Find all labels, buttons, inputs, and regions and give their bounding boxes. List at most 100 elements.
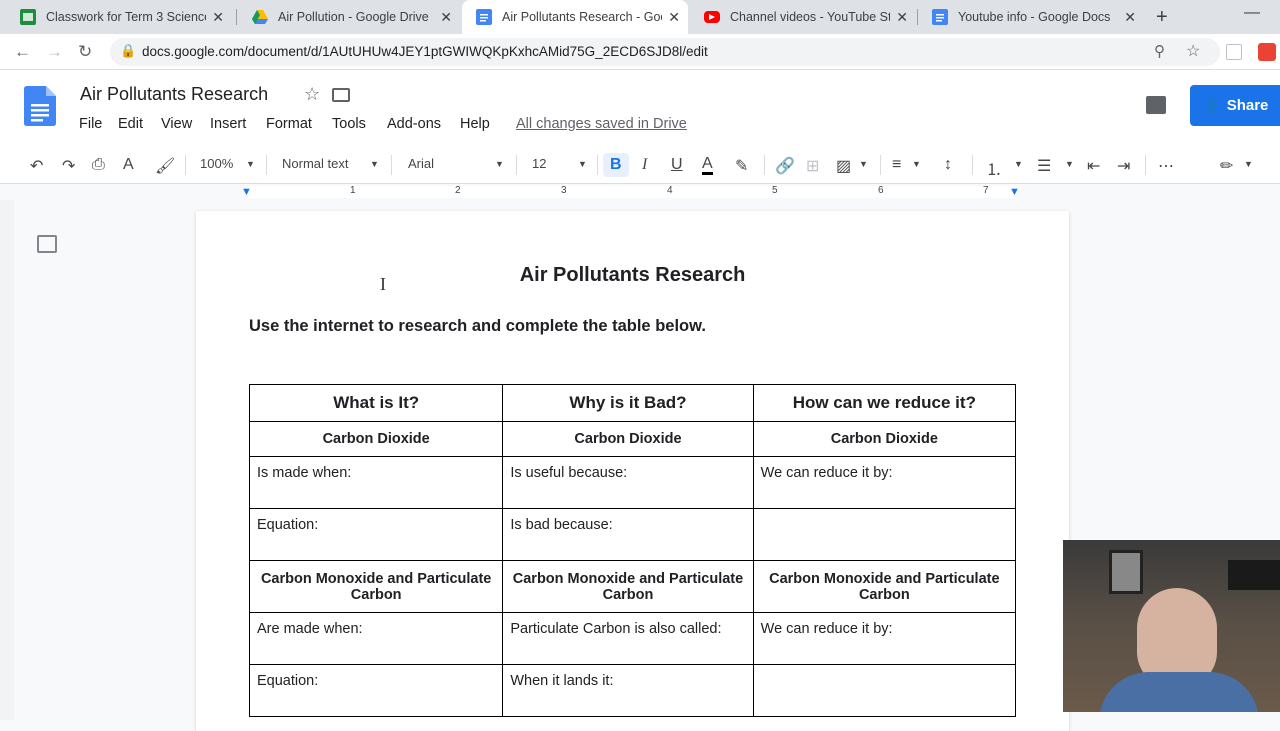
highlight-icon[interactable]: ✎ (735, 156, 748, 176)
address-bar[interactable]: 🔒 docs.google.com/document/d/1AUtUHUw4JE… (110, 38, 1220, 66)
chevron-down-icon[interactable]: ▼ (1244, 159, 1253, 169)
menu-file[interactable]: File (79, 116, 102, 132)
table-cell[interactable]: Is useful because: (502, 456, 754, 509)
menu-addons[interactable]: Add-ons (387, 116, 441, 132)
document-outline-icon[interactable] (37, 235, 57, 253)
spellcheck-icon[interactable]: A (123, 156, 134, 174)
table-section-cell[interactable]: Carbon Monoxide and Particulate Carbon (502, 560, 754, 613)
close-icon[interactable]: ✕ (1124, 9, 1136, 26)
table-cell[interactable]: Are made when: (248, 612, 504, 665)
underline-icon[interactable]: U (671, 156, 683, 174)
browser-tab[interactable]: Channel videos - YouTube Stuc ✕ (690, 0, 916, 34)
editing-mode-icon[interactable]: ✏ (1220, 156, 1233, 176)
extension-icon[interactable] (1258, 43, 1276, 61)
browser-tab[interactable]: Youtube info - Google Docs ✕ (918, 0, 1144, 34)
bold-icon[interactable]: B (610, 156, 622, 174)
increase-indent-icon[interactable]: ⇥ (1117, 156, 1130, 176)
chevron-down-icon[interactable]: ▼ (246, 159, 255, 169)
table-cell[interactable]: When it lands it: (502, 664, 754, 717)
minimize-button[interactable]: — (1244, 4, 1260, 22)
print-icon[interactable]: ⎙ (92, 156, 105, 174)
more-icon[interactable]: ⋯ (1158, 156, 1174, 176)
table-section-cell[interactable]: Carbon Monoxide and Particulate Carbon (248, 560, 504, 613)
forward-arrow-icon[interactable]: → (46, 42, 63, 62)
menu-help[interactable]: Help (460, 116, 490, 132)
table-cell[interactable] (752, 664, 1017, 717)
menu-tools[interactable]: Tools (332, 116, 366, 132)
people-icon: 👤 (1202, 97, 1221, 115)
style-select[interactable]: Normal text (282, 156, 348, 171)
table-header-cell[interactable]: What is It? (248, 384, 504, 422)
chevron-down-icon[interactable]: ▼ (1014, 159, 1023, 169)
horizontal-ruler[interactable]: ▼ ▼ 1 2 3 4 5 6 7 (0, 184, 1280, 200)
chevron-down-icon[interactable]: ▼ (495, 159, 504, 169)
vertical-ruler[interactable] (0, 200, 14, 720)
extension-icon[interactable] (1226, 44, 1242, 60)
docs-logo-icon[interactable] (24, 86, 56, 126)
close-icon[interactable]: ✕ (668, 9, 680, 26)
table-header-cell[interactable]: Why is it Bad? (502, 384, 754, 422)
chevron-down-icon[interactable]: ▼ (912, 159, 921, 169)
chevron-down-icon[interactable]: ▼ (859, 159, 868, 169)
move-folder-icon[interactable] (332, 88, 350, 102)
document-page[interactable]: Air Pollutants Research Use the internet… (196, 211, 1069, 731)
table-cell[interactable]: We can reduce it by: (752, 456, 1017, 509)
save-status-link[interactable]: All changes saved in Drive (516, 116, 687, 132)
tab-divider (236, 9, 237, 25)
share-button[interactable]: 👤 Share (1190, 85, 1280, 126)
browser-navbar: ← → ↻ 🔒 docs.google.com/document/d/1AUtU… (0, 34, 1280, 70)
table-cell[interactable]: Is made when: (248, 456, 504, 509)
table-cell[interactable]: Is bad because: (502, 508, 754, 561)
star-icon[interactable]: ☆ (304, 84, 320, 105)
menu-view[interactable]: View (161, 116, 192, 132)
close-icon[interactable]: ✕ (440, 9, 452, 26)
numbered-list-icon[interactable]: ⒈ (986, 156, 1002, 180)
table-cell[interactable]: We can reduce it by: (752, 612, 1017, 665)
table-section-cell[interactable]: Carbon Dioxide (248, 421, 504, 457)
menu-format[interactable]: Format (266, 116, 312, 132)
align-icon[interactable]: ≡ (892, 156, 901, 174)
italic-icon[interactable]: I (642, 156, 647, 174)
insert-image-icon[interactable]: ▨ (836, 156, 851, 176)
link-icon[interactable]: 🔗 (775, 156, 795, 176)
text-color-icon[interactable]: A (702, 156, 713, 175)
table-section-cell[interactable]: Carbon Monoxide and Particulate Carbon (752, 560, 1017, 613)
back-arrow-icon[interactable]: ← (14, 42, 31, 62)
table-cell[interactable] (752, 508, 1017, 561)
table-header-cell[interactable]: How can we reduce it? (752, 384, 1017, 422)
font-size-select[interactable]: 12 (532, 156, 546, 171)
table-cell[interactable]: Particulate Carbon is also called: (502, 612, 754, 665)
zoom-select[interactable]: 100% (200, 156, 233, 171)
add-comment-icon[interactable]: ⊞ (806, 156, 819, 176)
bulleted-list-icon[interactable]: ☰ (1037, 156, 1051, 176)
zoom-icon[interactable]: ⚲ (1154, 42, 1165, 60)
decrease-indent-icon[interactable]: ⇤ (1087, 156, 1100, 176)
document-title[interactable]: Air Pollutants Research (80, 84, 268, 105)
chevron-down-icon[interactable]: ▼ (578, 159, 587, 169)
close-icon[interactable]: ✕ (896, 9, 908, 26)
chevron-down-icon[interactable]: ▼ (370, 159, 379, 169)
bookmark-star-icon[interactable]: ☆ (1186, 41, 1200, 61)
new-tab-button[interactable]: + (1156, 6, 1168, 29)
table-cell[interactable]: Equation: (248, 508, 504, 561)
table-section-cell[interactable]: Carbon Dioxide (502, 421, 754, 457)
chevron-down-icon[interactable]: ▼ (1065, 159, 1074, 169)
left-indent-marker[interactable]: ▼ (241, 186, 252, 198)
table-cell[interactable]: Equation: (248, 664, 504, 717)
ruler-number: 6 (878, 185, 884, 196)
font-select[interactable]: Arial (408, 156, 434, 171)
browser-tab[interactable]: Air Pollution - Google Drive ✕ (238, 0, 460, 34)
table-section-cell[interactable]: Carbon Dioxide (752, 421, 1017, 457)
menu-insert[interactable]: Insert (210, 116, 246, 132)
browser-tab[interactable]: Classwork for Term 3 Science R ✕ (6, 0, 232, 34)
close-icon[interactable]: ✕ (212, 9, 224, 26)
undo-icon[interactable]: ↶ (30, 156, 43, 176)
paint-format-icon[interactable]: 🖌 (155, 156, 175, 176)
comments-icon[interactable] (1146, 96, 1166, 114)
right-indent-marker[interactable]: ▼ (1009, 186, 1020, 198)
browser-tab-active[interactable]: Air Pollutants Research - Goog ✕ (462, 0, 688, 34)
reload-icon[interactable]: ↻ (78, 42, 92, 62)
line-spacing-icon[interactable]: ↕ (944, 156, 952, 174)
redo-icon[interactable]: ↷ (62, 156, 75, 176)
menu-edit[interactable]: Edit (118, 116, 143, 132)
